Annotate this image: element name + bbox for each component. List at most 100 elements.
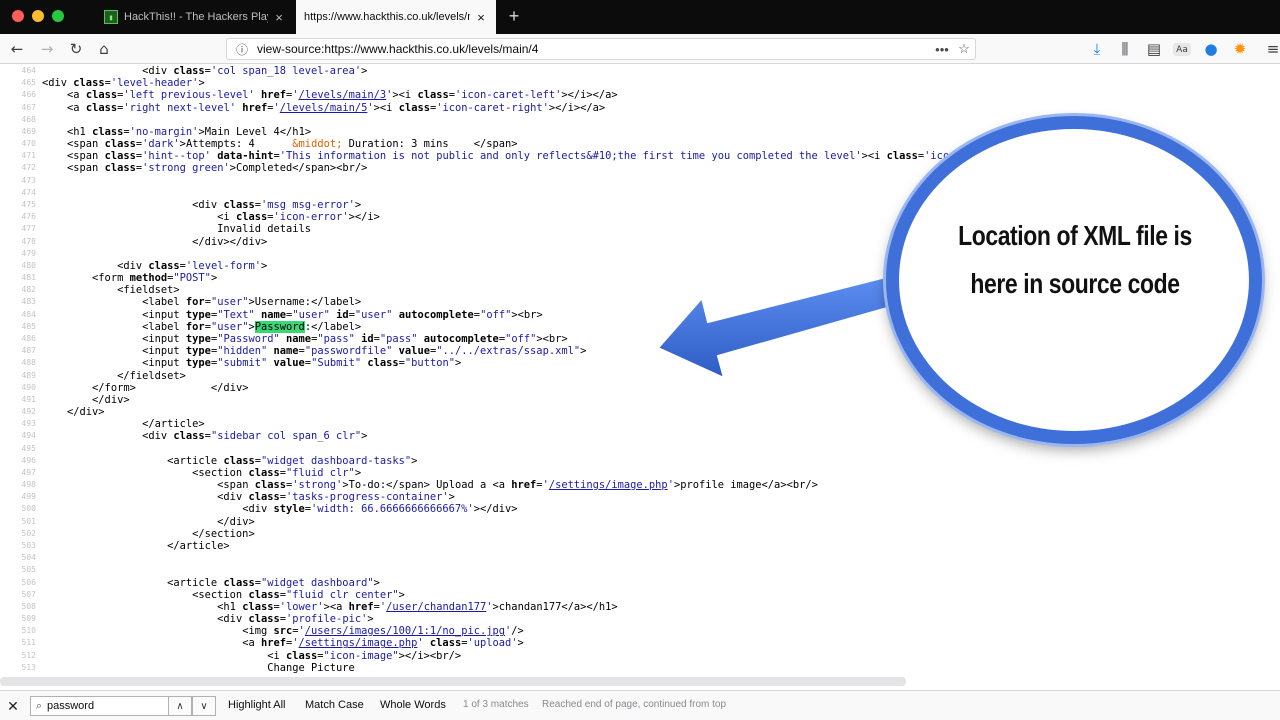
line-number: 465 — [21, 78, 36, 88]
reload-icon[interactable]: ↻ — [65, 39, 87, 59]
source-code: <i class='icon-error'></i> — [217, 211, 380, 224]
close-tab-icon[interactable]: × — [272, 10, 286, 25]
source-code: <fieldset> — [117, 284, 180, 297]
line-number: 482 — [21, 285, 36, 295]
line-number: 499 — [21, 492, 36, 502]
line-number: 467 — [21, 102, 36, 112]
source-code: <div style='width: 66.6666666666667%'></… — [242, 503, 518, 516]
line-number: 471 — [21, 151, 36, 161]
line-number: 510 — [21, 626, 36, 636]
source-code: Change Picture — [42, 661, 355, 674]
address-url[interactable]: view-source:https://www.hackthis.co.uk/l… — [251, 42, 931, 56]
line-number: 474 — [21, 187, 36, 197]
line-number: 485 — [21, 321, 36, 331]
match-case-toggle[interactable]: Match Case — [305, 699, 364, 711]
reader-extension-icon[interactable]: Aa — [1173, 43, 1191, 56]
find-next-button[interactable]: ∨ — [192, 696, 216, 716]
source-code: <section class="fluid clr"> — [192, 466, 362, 479]
find-status: Reached end of page, continued from top — [542, 699, 727, 710]
maximize-window-button[interactable] — [52, 10, 64, 22]
site-info-icon[interactable]: ⓘ — [233, 41, 251, 58]
close-window-button[interactable] — [12, 10, 24, 22]
find-previous-button[interactable]: ∧ — [168, 696, 192, 716]
horizontal-scrollbar[interactable] — [0, 677, 906, 686]
extension-orange-icon[interactable]: ✹ — [1229, 39, 1251, 59]
line-number: 476 — [21, 212, 36, 222]
source-line: 513 Change Picture — [0, 662, 1280, 674]
find-input[interactable]: ⌕ password — [30, 696, 170, 716]
source-code: <span class='hint--top' data-hint='This … — [67, 150, 1099, 163]
new-tab-button[interactable]: + — [504, 3, 524, 29]
source-line: 503 </article> — [0, 540, 1280, 552]
line-number: 512 — [21, 650, 36, 660]
callout-arrow-icon — [656, 274, 896, 380]
navigation-toolbar: ← → ↻ ⌂ ⓘ view-source:https://www.hackth… — [0, 34, 1280, 64]
line-number: 487 — [21, 346, 36, 356]
line-number: 507 — [21, 589, 36, 599]
highlight-all-toggle[interactable]: Highlight All — [228, 699, 285, 711]
extension-blue-icon[interactable]: ● — [1200, 39, 1222, 59]
close-find-bar-icon[interactable]: ✕ — [4, 697, 22, 715]
source-code: <h1 class='lower'><a href='/user/chandan… — [217, 600, 618, 613]
line-number: 486 — [21, 333, 36, 343]
source-line: 465 <div class='level-header'> — [0, 77, 1280, 89]
source-code: <div class='level-form'> — [117, 259, 268, 272]
whole-words-toggle[interactable]: Whole Words — [380, 699, 446, 711]
home-icon[interactable]: ⌂ — [93, 39, 115, 59]
line-number: 478 — [21, 236, 36, 246]
source-code: <input type="submit" value="Submit" clas… — [142, 357, 462, 370]
line-number: 480 — [21, 260, 36, 270]
source-code: </div> — [92, 393, 130, 406]
source-code: <a href='/settings/image.php' class='upl… — [242, 637, 524, 650]
source-line: 500 <div style='width: 66.6666666666667%… — [0, 503, 1280, 515]
tab-hackthis[interactable]: ▮ HackThis!! - The Hackers Playg × — [96, 0, 294, 34]
source-line: 505 — [0, 564, 1280, 576]
source-code: </form> </div> — [92, 381, 249, 394]
line-number: 493 — [21, 419, 36, 429]
callout-text: Location of XML file is here in source c… — [948, 212, 1202, 308]
source-code: <span class='strong'>To-do:</span> Uploa… — [217, 479, 818, 492]
tab-title: https://www.hackthis.co.uk/levels/m — [304, 11, 470, 23]
address-bar[interactable]: ⓘ view-source:https://www.hackthis.co.uk… — [226, 38, 976, 60]
tab-view-source[interactable]: https://www.hackthis.co.uk/levels/m × — [296, 0, 496, 34]
line-number: 488 — [21, 358, 36, 368]
tab-bar: ▮ HackThis!! - The Hackers Playg × https… — [0, 0, 1280, 34]
line-number: 466 — [21, 90, 36, 100]
line-number: 489 — [21, 370, 36, 380]
source-code: <i class="icon-image"></i><br/> — [267, 649, 462, 662]
line-number: 501 — [21, 516, 36, 526]
line-number: 506 — [21, 577, 36, 587]
line-number: 511 — [21, 638, 36, 648]
source-code: Invalid details — [42, 223, 311, 236]
minimize-window-button[interactable] — [32, 10, 44, 22]
source-code: <label for="user">Username:</label> — [142, 296, 362, 309]
source-code: <label for="user">Password:</label> — [142, 320, 362, 333]
line-number: 502 — [21, 528, 36, 538]
source-code: <input type="hidden" name="passwordfile"… — [142, 345, 587, 358]
line-number: 468 — [21, 114, 36, 124]
callout-line-2: here in source code — [970, 268, 1180, 299]
source-line: 496 <article class="widget dashboard-tas… — [0, 455, 1280, 467]
sidebar-icon[interactable]: ▤ — [1143, 39, 1165, 59]
source-code: <div class='msg msg-error'> — [192, 198, 362, 211]
find-query[interactable]: password — [47, 700, 94, 712]
callout-line-1: Location of XML file is — [958, 220, 1192, 251]
source-code: <article class="widget dashboard"> — [167, 576, 380, 589]
line-number: 497 — [21, 467, 36, 477]
line-number: 500 — [21, 504, 36, 514]
bookmark-star-icon[interactable]: ☆ — [953, 41, 975, 57]
line-number: 494 — [21, 431, 36, 441]
source-code: <form method="POST"> — [92, 272, 218, 285]
source-code: </section> — [192, 527, 255, 540]
library-icon[interactable]: ⫼ — [1114, 39, 1136, 59]
downloads-icon[interactable]: ⤓ — [1086, 39, 1108, 59]
close-tab-icon[interactable]: × — [474, 10, 488, 25]
source-code: <a class='right next-level' href='/level… — [67, 101, 606, 114]
source-line: 467 <a class='right next-level' href='/l… — [0, 102, 1280, 114]
line-number: 464 — [21, 66, 36, 75]
forward-arrow-icon[interactable]: → — [36, 39, 58, 59]
menu-icon[interactable]: ≡ — [1262, 39, 1280, 59]
back-arrow-icon[interactable]: ← — [6, 39, 28, 59]
page-actions-icon[interactable]: ••• — [931, 42, 953, 57]
line-number: 479 — [21, 248, 36, 258]
